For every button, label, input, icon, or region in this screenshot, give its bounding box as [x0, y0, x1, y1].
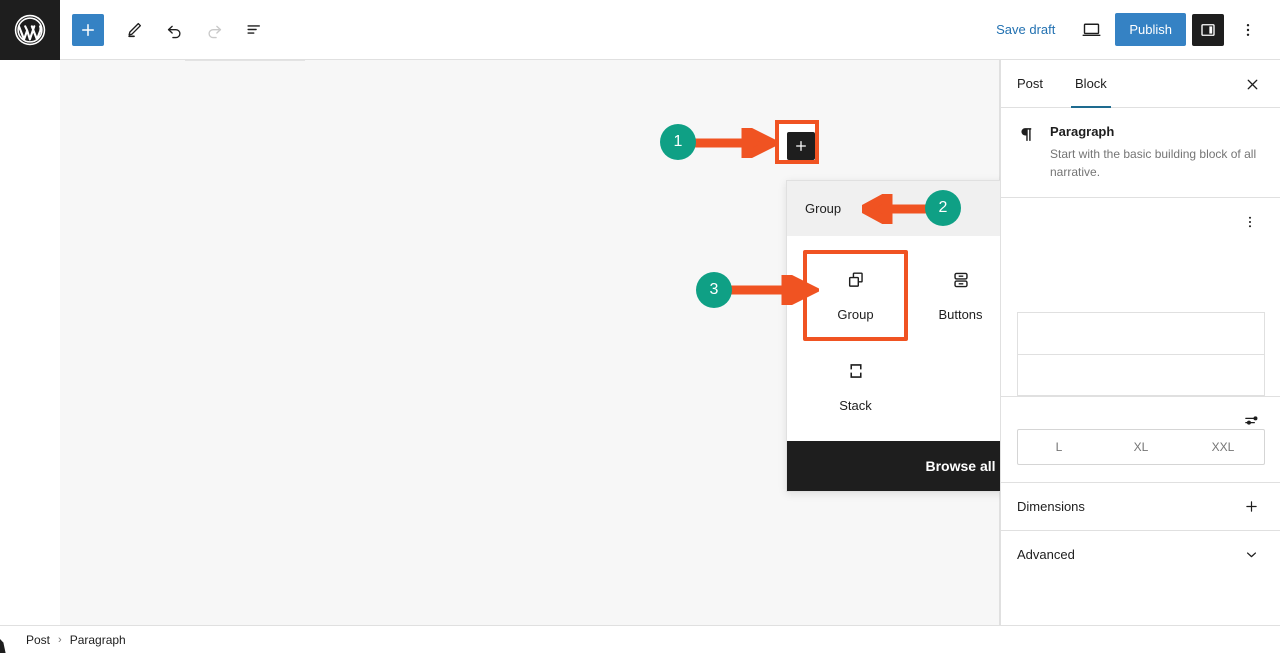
wordpress-editor-screen: Save draft Publish Group Group Buttons S… [0, 0, 1280, 653]
block-inserter-highlight [775, 120, 819, 164]
publish-button[interactable]: Publish [1115, 13, 1186, 46]
breadcrumb: Post › Paragraph [0, 625, 1280, 653]
tab-post[interactable]: Post [1001, 60, 1059, 107]
font-size-selector[interactable]: L XL XXL [1017, 429, 1265, 465]
tools-pencil-button[interactable] [116, 12, 152, 48]
color-row-background[interactable] [1017, 354, 1265, 396]
undo-button[interactable] [156, 12, 192, 48]
settings-sidebar-toggle[interactable] [1192, 13, 1224, 46]
group-blocks-icon [845, 269, 867, 294]
block-card-text: Paragraph Start with the basic building … [1050, 124, 1264, 181]
add-block-button[interactable] [72, 13, 104, 46]
annotation-badge-3: 3 [696, 272, 732, 308]
group-block-label: Group [837, 307, 874, 322]
stack-block-label: Stack [839, 398, 872, 413]
block-card: Paragraph Start with the basic building … [1001, 108, 1280, 197]
sidebar-tabs: Post Block [1001, 60, 1280, 108]
save-draft-button[interactable]: Save draft [984, 16, 1067, 43]
font-size-xl[interactable]: XL [1100, 430, 1182, 464]
block-card-title: Paragraph [1050, 124, 1115, 139]
toolbar-left-group [60, 12, 272, 48]
mouse-cursor-icon [0, 633, 16, 653]
buttons-block-item[interactable]: Buttons [908, 250, 1013, 341]
wordpress-logo-icon[interactable] [0, 0, 60, 60]
editor-top-toolbar: Save draft Publish [0, 0, 1280, 60]
font-size-l[interactable]: L [1018, 430, 1100, 464]
panel-dimensions-title: Dimensions [1017, 499, 1085, 514]
annotation-arrow-3 [724, 275, 819, 305]
panel-dimensions[interactable]: Dimensions [1001, 482, 1280, 530]
settings-sidebar: Post Block Paragraph Start with the basi… [1000, 60, 1280, 625]
stack-block-item[interactable]: Stack [803, 341, 908, 432]
stack-layout-icon [845, 360, 867, 385]
breadcrumb-item-post[interactable]: Post [26, 633, 50, 647]
close-sidebar-icon[interactable] [1236, 60, 1268, 108]
color-row-text[interactable] [1017, 312, 1265, 354]
more-options-icon[interactable] [1230, 12, 1266, 48]
paragraph-pilcrow-icon [1017, 125, 1036, 149]
document-overview-button[interactable] [236, 12, 272, 48]
color-options-three-dots-icon[interactable] [1236, 208, 1264, 236]
breadcrumb-separator: › [58, 633, 62, 646]
redo-button[interactable] [196, 12, 232, 48]
color-swatch-rows [1001, 312, 1280, 396]
block-card-description: Start with the basic building block of a… [1050, 147, 1257, 179]
annotation-badge-2: 2 [925, 190, 961, 226]
breadcrumb-item-paragraph[interactable]: Paragraph [70, 633, 126, 647]
annotation-badge-1: 1 [660, 124, 696, 160]
panel-advanced[interactable]: Advanced [1001, 530, 1280, 578]
advanced-chevron-down-icon[interactable] [1237, 541, 1265, 569]
tab-block[interactable]: Block [1059, 60, 1123, 108]
font-size-xxl[interactable]: XXL [1182, 430, 1264, 464]
content-top-divider [185, 60, 305, 61]
dimensions-add-plus-icon[interactable] [1237, 493, 1265, 521]
block-inserter-button[interactable] [787, 132, 815, 160]
buttons-block-label: Buttons [938, 307, 983, 322]
panel-color[interactable] [1001, 197, 1280, 245]
buttons-stack-icon [950, 269, 972, 294]
toolbar-right-group: Save draft Publish [984, 12, 1280, 48]
preview-desktop-icon[interactable] [1073, 12, 1109, 48]
panel-advanced-title: Advanced [1017, 547, 1075, 562]
annotation-arrow-1 [688, 128, 778, 158]
